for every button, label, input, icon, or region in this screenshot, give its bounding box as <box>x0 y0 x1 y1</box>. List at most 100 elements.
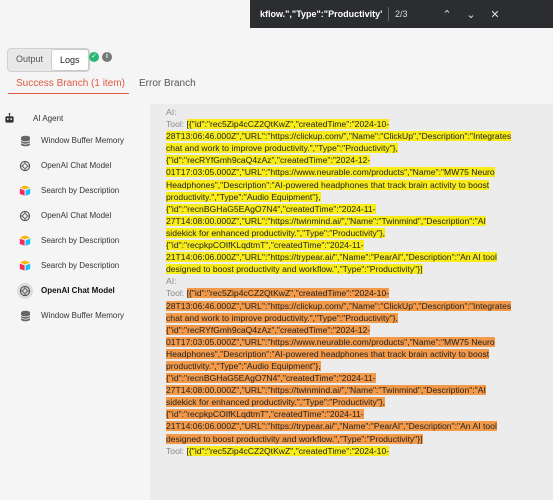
log-line: productivity.","Type":"Audio Equipment"}… <box>166 191 545 203</box>
log-line: Tool: [{"id":"rec5Zip4cCZ2QtKwZ","create… <box>166 287 545 299</box>
log-line: 28T13:06:46.000Z","URL":"https://clickup… <box>166 300 545 312</box>
log-line: chat and work to improve productivity.",… <box>166 312 545 324</box>
log-line: Tool: [{"id":"rec5Zip4cCZ2QtKwZ","create… <box>166 445 545 457</box>
log-text: 27T14:08:00.000Z","URL":"https://twinmin… <box>166 385 486 396</box>
log-text: [{"id":"rec5Zip4cCZ2QtKwZ","createdTime"… <box>186 288 390 299</box>
ai-label: AI: <box>166 276 177 287</box>
log-text: sidekick for enhanced productivity.","Ty… <box>166 397 386 408</box>
log-text: sidekick for enhanced productivity.","Ty… <box>166 227 386 238</box>
logs-toggle-button[interactable]: Logs <box>51 49 89 71</box>
log-text: 28T13:06:46.000Z","URL":"https://clickup… <box>166 300 512 311</box>
log-text: 01T17:03:05.000Z","URL":"https://www.neu… <box>166 167 495 178</box>
log-line: 01T17:03:05.000Z","URL":"https://www.neu… <box>166 166 545 178</box>
log-text: [{"id":"rec5Zip4cCZ2QtKwZ","createdTime"… <box>186 119 390 130</box>
active-tab-underline <box>8 93 129 94</box>
log-line: productivity.","Type":"Audio Equipment"}… <box>166 360 545 372</box>
log-text: {"id":"recnBGHaG5EAgO7N4","createdTime":… <box>166 373 376 384</box>
robot-icon <box>3 112 15 124</box>
log-line: designed to boost productivity and workf… <box>166 433 545 445</box>
log-line: chat and work to improve productivity.",… <box>166 142 545 154</box>
tree-item-label: Search by Description <box>41 236 120 245</box>
log-text: Headphones","Description":"AI-powered he… <box>166 348 490 359</box>
tree-item-label: OpenAI Chat Model <box>41 286 115 295</box>
log-output-panel[interactable]: AI: Tool: [{"id":"rec5Zip4cCZ2QtKwZ","cre… <box>150 104 553 500</box>
openai-icon <box>19 160 31 172</box>
log-text: [{"id":"rec5Zip4cCZ2QtKwZ","createdTime"… <box>186 445 390 456</box>
log-text: {"id":"recpkpCOIfKLqdtmT","createdTime":… <box>166 240 364 251</box>
find-bar: kflow.","Type":"Productivity"}] 2/3 ⌃ ⌄ … <box>250 0 553 28</box>
log-line: Headphones","Description":"AI-powered he… <box>166 348 545 360</box>
airtable-icon <box>19 235 31 247</box>
airtable-icon <box>19 185 31 197</box>
log-line: {"id":"recRYfGmh9caQ4zAz","createdTime":… <box>166 324 545 336</box>
log-line: {"id":"recpkpCOIfKLqdtmT","createdTime":… <box>166 239 545 251</box>
log-text: 01T17:03:05.000Z","URL":"https://www.neu… <box>166 336 495 347</box>
tree-item[interactable]: Search by Description <box>0 253 150 278</box>
log-line: 21T14:06:06.000Z","URL":"https://trypear… <box>166 420 545 432</box>
log-text: 27T14:08:00.000Z","URL":"https://twinmin… <box>166 215 486 226</box>
output-toggle-button[interactable]: Output <box>8 49 51 71</box>
log-text: {"id":"recpkpCOIfKLqdtmT","createdTime":… <box>166 409 364 420</box>
tool-label: Tool: <box>166 119 187 130</box>
log-line: {"id":"recnBGHaG5EAgO7N4","createdTime":… <box>166 372 545 384</box>
find-match-count: 2/3 <box>395 9 408 19</box>
tool-label: Tool: <box>166 445 187 456</box>
log-text: chat and work to improve productivity.",… <box>166 312 398 323</box>
close-icon[interactable]: ✕ <box>483 8 507 21</box>
tree-item[interactable]: Window Buffer Memory <box>0 128 150 153</box>
tree-item[interactable]: Search by Description <box>0 178 150 203</box>
tree-item-ai-agent[interactable]: AI Agent <box>0 108 150 128</box>
ai-label: AI: <box>166 107 177 117</box>
log-text: 21T14:06:06.000Z","URL":"https://trypear… <box>166 252 497 263</box>
log-text: 21T14:06:06.000Z","URL":"https://trypear… <box>166 421 497 432</box>
log-line: Headphones","Description":"AI-powered he… <box>166 179 545 191</box>
tool-label: Tool: <box>166 288 187 299</box>
log-line: sidekick for enhanced productivity.","Ty… <box>166 396 545 408</box>
log-line: 21T14:06:06.000Z","URL":"https://trypear… <box>166 251 545 263</box>
chevron-up-icon[interactable]: ⌃ <box>435 8 459 21</box>
chevron-down-icon[interactable]: ⌄ <box>459 8 483 21</box>
find-separator <box>388 7 389 21</box>
openai-icon <box>19 210 31 222</box>
log-line: 01T17:03:05.000Z","URL":"https://www.neu… <box>166 336 545 348</box>
log-tree: AI Agent Window Buffer Memory OpenAI Chat… <box>0 108 150 328</box>
tree-item-label: AI Agent <box>33 113 64 123</box>
log-line: sidekick for enhanced productivity.","Ty… <box>166 227 545 239</box>
tree-item-label: Search by Description <box>41 261 120 270</box>
log-text: chat and work to improve productivity.",… <box>166 143 398 154</box>
tree-item[interactable]: OpenAI Chat Model <box>0 203 150 228</box>
log-line: designed to boost productivity and workf… <box>166 263 545 275</box>
check-circle-icon: ✓ <box>89 52 99 62</box>
output-logs-toggle: Output Logs <box>7 48 90 72</box>
tree-item[interactable]: OpenAI Chat Model <box>0 278 150 303</box>
database-icon <box>19 135 31 147</box>
log-line: {"id":"recnBGHaG5EAgO7N4","createdTime":… <box>166 203 545 215</box>
log-text: Headphones","Description":"AI-powered he… <box>166 179 490 190</box>
log-text: {"id":"recRYfGmh9caQ4zAz","createdTime":… <box>166 155 371 166</box>
log-line: 27T14:08:00.000Z","URL":"https://twinmin… <box>166 384 545 396</box>
log-line: {"id":"recpkpCOIfKLqdtmT","createdTime":… <box>166 408 545 420</box>
log-text: {"id":"recnBGHaG5EAgO7N4","createdTime":… <box>166 203 376 214</box>
log-text: designed to boost productivity and workf… <box>166 264 423 275</box>
find-query[interactable]: kflow.","Type":"Productivity"}] <box>250 9 382 19</box>
openai-icon <box>17 282 33 299</box>
log-line: 27T14:08:00.000Z","URL":"https://twinmin… <box>166 215 545 227</box>
log-text: 28T13:06:46.000Z","URL":"https://clickup… <box>166 131 512 142</box>
log-text: {"id":"recRYfGmh9caQ4zAz","createdTime":… <box>166 324 371 335</box>
log-line: Tool: [{"id":"rec5Zip4cCZ2QtKwZ","create… <box>166 118 545 130</box>
tab-success-branch[interactable]: Success Branch (1 item) <box>16 78 125 89</box>
tree-item-label: OpenAI Chat Model <box>41 211 112 220</box>
tree-item-label: Window Buffer Memory <box>41 136 124 145</box>
tree-item[interactable]: Search by Description <box>0 228 150 253</box>
log-text: designed to boost productivity and workf… <box>166 433 423 444</box>
log-line: {"id":"recRYfGmh9caQ4zAz","createdTime":… <box>166 154 545 166</box>
log-text: productivity.","Type":"Audio Equipment"}… <box>166 191 321 202</box>
tab-error-branch[interactable]: Error Branch <box>139 78 196 89</box>
tree-item[interactable]: OpenAI Chat Model <box>0 153 150 178</box>
tree-item[interactable]: Window Buffer Memory <box>0 303 150 328</box>
tree-item-label: OpenAI Chat Model <box>41 161 112 170</box>
airtable-icon <box>19 260 31 272</box>
log-text: productivity.","Type":"Audio Equipment"}… <box>166 360 321 371</box>
log-line: 28T13:06:46.000Z","URL":"https://clickup… <box>166 130 545 142</box>
info-icon[interactable]: i <box>102 52 112 62</box>
